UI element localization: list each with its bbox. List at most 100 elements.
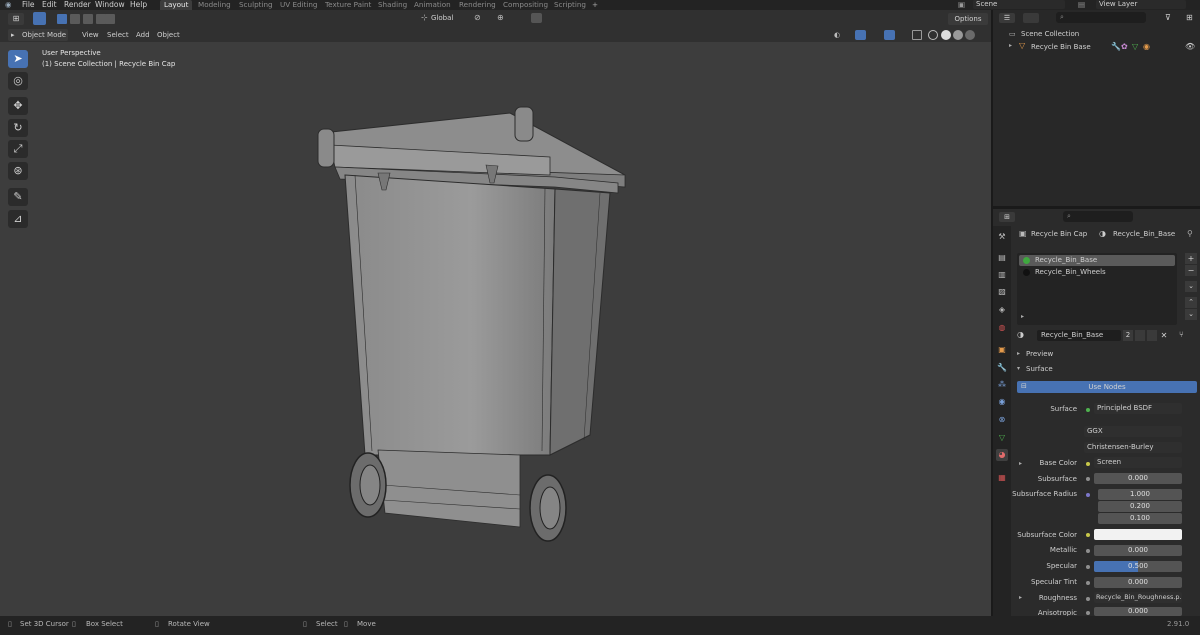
view-layer-tab-icon[interactable]: ▨ [996,286,1008,298]
node-tree-icon[interactable]: ⑂ [1179,330,1184,339]
rendered-shading-icon[interactable] [965,30,975,40]
scene-field[interactable]: Scene [973,0,1065,9]
mode-select[interactable]: ▸ Object Mode [8,29,68,41]
viewport-menu-select[interactable]: Select [107,29,129,41]
subsurface-radius-x[interactable]: 1.000 [1098,489,1182,500]
breadcrumb-object[interactable]: Recycle Bin Cap [1031,230,1087,238]
breadcrumb-material[interactable]: Recycle_Bin_Base [1113,230,1175,238]
subsurface-field[interactable]: 0.000 [1094,473,1182,484]
render-tab-icon[interactable]: ▤ [996,252,1008,264]
viewport-menu-view[interactable]: View [82,29,99,41]
pin-icon[interactable]: ⚲ [1187,229,1193,238]
measure-tool-icon[interactable]: ⊿ [8,210,28,228]
expand-icon[interactable]: ▾ [1017,365,1020,372]
tab-rendering[interactable]: Rendering [459,0,496,10]
material-browse-icon[interactable]: ◑ [1017,330,1024,339]
view-layer-field[interactable]: View Layer [1096,0,1186,9]
list-expand-icon[interactable]: ▸ [1021,313,1024,320]
tab-animation[interactable]: Animation [414,0,451,10]
select-box-tool-icon[interactable]: ➤ [8,50,28,68]
tab-sculpting[interactable]: Sculpting [239,0,273,10]
select-mode-icon[interactable] [33,12,46,25]
mode-extend-icon[interactable] [70,14,80,24]
add-workspace-button[interactable]: + [592,0,598,10]
material-name-field[interactable]: Recycle_Bin_Base [1037,330,1121,341]
transform-tool-icon[interactable]: ⊛ [8,162,28,180]
outliner-type-icon[interactable]: ☰ [999,13,1015,23]
properties-search-input[interactable]: ⌕ [1063,211,1133,222]
new-collection-icon[interactable]: ⊞ [1186,13,1198,23]
tab-layout[interactable]: Layout [160,0,193,10]
rotate-tool-icon[interactable]: ↻ [8,119,28,137]
mode-subtract-icon[interactable] [83,14,93,24]
gizmo-icon[interactable] [855,30,866,40]
output-tab-icon[interactable]: ▥ [996,269,1008,281]
mode-intersect-icon[interactable] [105,14,115,24]
eye-icon[interactable]: 👁 [1185,42,1195,51]
surface-panel-header[interactable]: Surface [1026,365,1053,373]
overlay-icon[interactable] [884,30,895,40]
physics-tab-icon[interactable]: ◉ [996,396,1008,408]
add-slot-button[interactable]: + [1185,253,1197,264]
slot-menu-button[interactable]: ⌄ [1185,281,1197,292]
world-tab-icon[interactable]: ◍ [996,322,1008,334]
visibility-icon[interactable]: ◐ [834,29,840,41]
texture-tab-icon[interactable]: ▦ [996,472,1008,484]
menu-render[interactable]: Render [64,0,91,10]
cursor-tool-icon[interactable]: ◎ [8,72,28,90]
display-mode-icon[interactable] [1023,13,1039,23]
scene-collection-label[interactable]: Scene Collection [1021,30,1079,38]
menu-help[interactable]: Help [130,0,147,10]
menu-edit[interactable]: Edit [42,0,57,10]
tab-compositing[interactable]: Compositing [503,0,548,10]
snap-icon[interactable]: ⊕ [497,12,527,24]
collapse-icon[interactable]: ▸ [1017,350,1020,357]
viewport-menu-object[interactable]: Object [157,29,180,41]
subsurface-color-swatch[interactable] [1094,529,1182,540]
specular-field[interactable]: 0.500 [1094,561,1182,572]
use-nodes-button[interactable]: ⊟ Use Nodes [1017,381,1197,393]
subsurface-method-select[interactable]: Christensen-Burley [1084,442,1182,453]
roughness-texture-link[interactable]: Recycle_Bin_Roughness.p... [1094,592,1182,603]
proportional-edit-icon[interactable] [531,13,542,23]
material-tab-icon[interactable]: ◕ [996,449,1008,461]
viewport-menu-add[interactable]: Add [136,29,150,41]
anisotropic-field[interactable]: 0.000 [1094,607,1182,616]
subsurface-radius-y[interactable]: 0.200 [1098,501,1182,512]
move-down-button[interactable]: ⌄ [1185,309,1197,320]
properties-type-icon[interactable]: ⊞ [999,212,1015,222]
tab-uv-editing[interactable]: UV Editing [280,0,318,10]
preview-panel-header[interactable]: Preview [1026,350,1053,358]
scale-tool-icon[interactable]: ⤢ [8,140,28,158]
constraints-tab-icon[interactable]: ⊗ [996,414,1008,426]
scene-tab-icon[interactable]: ◈ [996,304,1008,316]
pivot-icon[interactable]: ⊘ [474,12,490,24]
material-slot-row[interactable]: Recycle_Bin_Base [1019,255,1175,266]
duplicate-icon[interactable] [1147,330,1157,341]
surface-shader-field[interactable]: Principled BSDF [1094,403,1182,414]
material-shading-icon[interactable] [953,30,963,40]
annotate-tool-icon[interactable]: ✎ [8,188,28,206]
menu-file[interactable]: File [22,0,35,10]
specular-tint-field[interactable]: 0.000 [1094,577,1182,588]
expand-icon[interactable]: ▸ [1009,42,1012,49]
blender-logo-icon[interactable]: ◉ [5,0,12,10]
modifier-tab-icon[interactable]: 🔧 [996,362,1008,374]
metallic-field[interactable]: 0.000 [1094,545,1182,556]
tab-modeling[interactable]: Modeling [198,0,231,10]
move-tool-icon[interactable]: ✥ [8,97,28,115]
data-tab-icon[interactable]: ▽ [996,432,1008,444]
object-tab-icon[interactable]: ▣ [996,344,1008,356]
tab-texture-paint[interactable]: Texture Paint [325,0,371,10]
subsurface-radius-z[interactable]: 0.100 [1098,513,1182,524]
wireframe-shading-icon[interactable] [928,30,938,40]
transform-orientation-select[interactable]: Global [431,12,467,24]
particles-tab-icon[interactable]: ⁂ [996,379,1008,391]
base-color-link[interactable]: Screen [1094,457,1182,468]
material-slot-row[interactable]: Recycle_Bin_Wheels [1019,267,1175,278]
distribution-select[interactable]: GGX [1084,426,1182,437]
tool-tab-icon[interactable]: ⚒ [996,231,1008,243]
move-up-button[interactable]: ⌃ [1185,297,1197,308]
solid-shading-icon[interactable] [941,30,951,40]
tab-scripting[interactable]: Scripting [554,0,586,10]
